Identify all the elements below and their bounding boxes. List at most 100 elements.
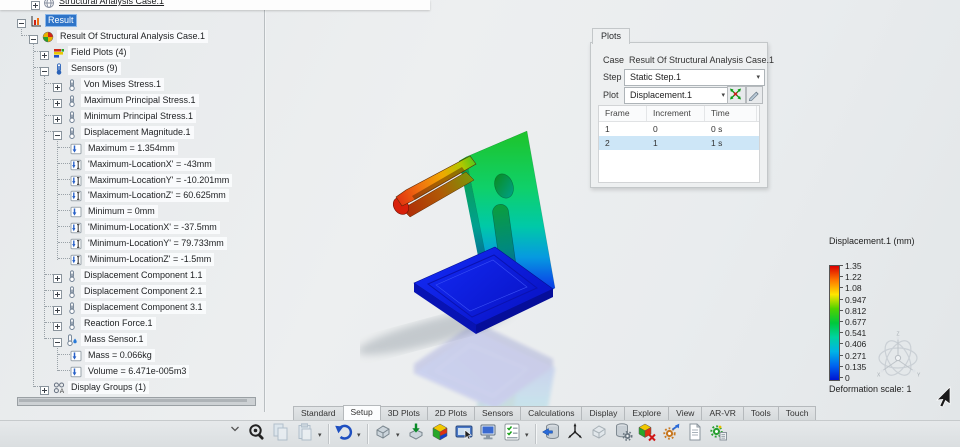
tree-item[interactable]: A Display Groups (1) — [0, 379, 280, 395]
tree-item[interactable]: Result — [0, 12, 280, 28]
tree-item[interactable]: 'Minimum-LocationZ' = -1.5mm — [0, 251, 280, 267]
delete-results-button[interactable] — [635, 422, 659, 446]
tree-item-label[interactable]: Minimum Principal Stress.1 — [81, 109, 197, 123]
tree-item-label[interactable]: Sensors (9) — [68, 61, 121, 75]
tab-setup[interactable]: Setup — [342, 405, 381, 420]
tree-item-label[interactable]: Field Plots (4) — [68, 45, 130, 59]
undo-button[interactable] — [332, 422, 356, 446]
tree-item-label[interactable]: Minimum = 0mm — [85, 205, 158, 219]
tree-item-label[interactable]: Displacement Component 2.1 — [81, 285, 206, 299]
tree-item-label[interactable]: Displacement Component 1.1 — [81, 269, 206, 283]
tab-calculations[interactable]: Calculations — [520, 406, 583, 421]
tree-item[interactable]: Reaction Force.1 — [0, 315, 280, 332]
tree-item[interactable]: 'Maximum-LocationY' = -10.201mm — [0, 172, 280, 188]
tree-item-label[interactable]: 'Maximum-LocationX' = -43mm — [85, 157, 215, 171]
table-row[interactable]: 2 1 1 s — [599, 136, 759, 150]
tree-item[interactable]: Field Plots (4) — [0, 44, 280, 60]
tab-ar-vr[interactable]: AR-VR — [701, 406, 744, 421]
collapse-toolbar-icon[interactable] — [230, 425, 240, 433]
view-compass-icon[interactable]: Z X Y — [868, 328, 928, 384]
tree-horizontal-scrollbar[interactable] — [17, 397, 256, 406]
expander-icon[interactable] — [40, 63, 49, 76]
tree-item-label[interactable]: Maximum Principal Stress.1 — [81, 93, 199, 107]
tree-item[interactable]: Mass Sensor.1 — [0, 331, 280, 347]
expander-icon[interactable] — [53, 286, 62, 300]
tree-item[interactable]: Minimum = 0mm — [0, 203, 280, 219]
tree-item[interactable]: Result Of Structural Analysis Case.1 — [0, 28, 280, 44]
phone-stand-model[interactable] — [390, 130, 556, 334]
new-part-button[interactable] — [371, 422, 395, 446]
tree-item-label[interactable]: Von Mises Stress.1 — [81, 77, 165, 91]
tree-item[interactable]: Sensors (9) — [0, 60, 280, 76]
edit-plot-button[interactable] — [746, 86, 763, 104]
database-settings-button[interactable] — [611, 422, 635, 446]
report-button[interactable] — [683, 422, 707, 446]
expander-icon[interactable] — [17, 15, 26, 28]
tab-explore[interactable]: Explore — [624, 406, 670, 421]
dropdown-arrow-icon[interactable]: ▾ — [525, 431, 529, 439]
tree-item-label[interactable]: Volume = 6.471e-005m3 — [85, 364, 190, 378]
zoom-tool-button[interactable] — [245, 422, 269, 446]
generate-report-button[interactable] — [707, 422, 731, 446]
paste-button[interactable] — [293, 422, 317, 446]
tab-3d-plots[interactable]: 3D Plots — [379, 406, 428, 421]
expander-icon[interactable] — [29, 31, 38, 44]
dropdown-arrow-icon[interactable]: ▾ — [318, 431, 322, 439]
tree-item-label[interactable]: Mass Sensor.1 — [81, 333, 147, 346]
expander-icon[interactable] — [53, 318, 62, 332]
panel-splitter[interactable] — [264, 0, 266, 412]
expander-icon[interactable] — [53, 95, 62, 108]
import-data-button[interactable] — [539, 422, 563, 446]
tree-item-label[interactable]: Reaction Force.1 — [81, 317, 156, 331]
tab-view[interactable]: View — [668, 406, 703, 421]
tree-item-label[interactable]: Mass = 0.066kg — [85, 348, 155, 362]
tree-item-label[interactable]: 'Minimum-LocationZ' = -1.5mm — [85, 253, 215, 267]
display-monitor-button[interactable] — [476, 422, 500, 446]
tab-2d-plots[interactable]: 2D Plots — [426, 406, 475, 421]
tree-item[interactable]: 'Minimum-LocationX' = -37.5mm — [0, 219, 280, 235]
tree-item[interactable]: Maximum = 1.354mm — [0, 140, 280, 156]
tree-item-label[interactable]: 'Minimum-LocationY' = 79.733mm — [85, 237, 227, 251]
results-plot-button[interactable] — [428, 422, 452, 446]
tree-item[interactable]: 'Minimum-LocationY' = 79.733mm — [0, 235, 280, 251]
expander-icon[interactable] — [53, 270, 62, 284]
expander-icon[interactable] — [53, 79, 62, 92]
tree-item[interactable]: 'Maximum-LocationZ' = 60.625mm — [0, 187, 280, 203]
tree-item[interactable]: Mass = 0.066kg — [0, 347, 280, 363]
dropdown-arrow-icon[interactable]: ▾ — [396, 431, 400, 439]
tree-item-label[interactable]: Displacement Component 3.1 — [81, 301, 206, 315]
tree-item[interactable]: Volume = 6.471e-005m3 — [0, 363, 280, 379]
tree-item[interactable]: 'Maximum-LocationX' = -43mm — [0, 156, 280, 172]
expander-icon[interactable] — [53, 334, 62, 347]
tab-tools[interactable]: Tools — [742, 406, 779, 421]
table-row[interactable]: 1 0 0 s — [599, 122, 759, 136]
step-dropdown[interactable]: Static Step.1 ▾ — [624, 69, 765, 86]
axis-system-button[interactable] — [563, 422, 587, 446]
tree-item-label[interactable]: Maximum = 1.354mm — [85, 141, 178, 155]
scrollbar-thumb[interactable] — [19, 399, 247, 402]
expander-icon[interactable] — [53, 302, 62, 316]
dropdown-arrow-icon[interactable]: ▾ — [357, 431, 361, 439]
rescale-plot-button[interactable] — [727, 86, 746, 104]
copy-button[interactable] — [269, 422, 293, 446]
tree-item[interactable]: Displacement Magnitude.1 — [0, 124, 280, 140]
tree-item-label[interactable]: Result Of Structural Analysis Case.1 — [57, 29, 209, 43]
import-result-button[interactable] — [404, 422, 428, 446]
tree-item[interactable]: Von Mises Stress.1 — [0, 76, 280, 92]
tree-item-label[interactable]: 'Maximum-LocationZ' = 60.625mm — [85, 189, 229, 203]
capture-button[interactable] — [452, 422, 476, 446]
simulation-checklist-button[interactable] — [500, 422, 524, 446]
tree-item-label[interactable]: Structural Analysis Case.1 — [56, 0, 167, 8]
tab-sensors[interactable]: Sensors — [473, 406, 522, 421]
reference-part-button[interactable] — [587, 422, 611, 446]
expander-icon[interactable] — [53, 111, 62, 124]
tree-item[interactable]: Displacement Component 2.1 — [0, 283, 280, 300]
tab-standard[interactable]: Standard — [293, 406, 344, 421]
tree-item[interactable]: Minimum Principal Stress.1 — [0, 108, 280, 124]
expander-icon[interactable] — [40, 382, 49, 395]
plot-dropdown[interactable]: Displacement.1 ▾ — [624, 87, 730, 104]
expander-icon[interactable] — [40, 47, 49, 60]
expander-icon[interactable] — [31, 0, 40, 10]
tree-item[interactable]: Displacement Component 3.1 — [0, 299, 280, 316]
export-settings-button[interactable] — [659, 422, 683, 446]
